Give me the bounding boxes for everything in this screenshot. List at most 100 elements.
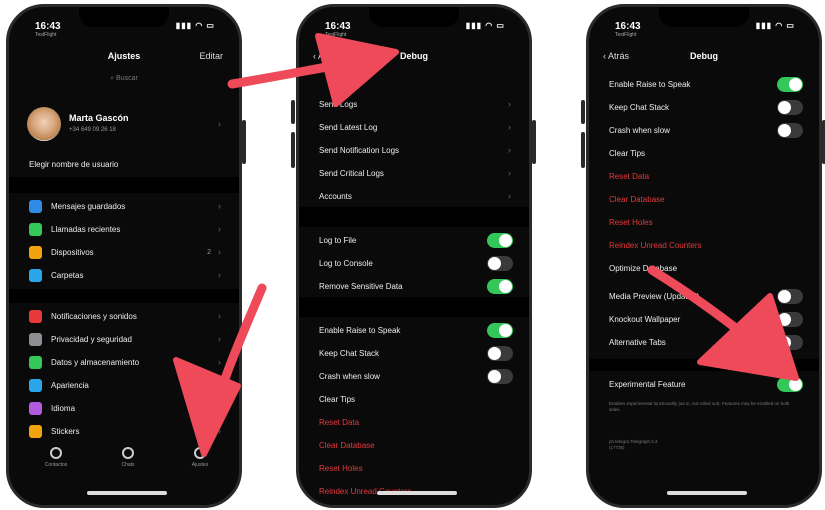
list-row[interactable]: Clear Database [299, 434, 529, 456]
data-icon [29, 355, 42, 369]
list-row[interactable]: Log to Console [299, 252, 529, 274]
list-row[interactable]: Clear Tips [589, 142, 819, 164]
row-label: Datos y almacenamiento [51, 357, 140, 367]
list-row[interactable]: Idioma Es › [9, 397, 239, 419]
list-row[interactable]: Alternative Tabs [589, 331, 819, 353]
side-button [291, 100, 295, 124]
list-row[interactable]: Reset Data [589, 165, 819, 187]
username-row[interactable]: Elegir nombre de usuario [9, 153, 239, 175]
status-carrier: TestFlight [615, 32, 637, 38]
toggle-switch[interactable] [487, 345, 513, 361]
devices-icon [29, 245, 42, 259]
toggle-switch[interactable] [487, 278, 513, 294]
row-label: Send Critical Logs [319, 168, 384, 178]
list-row[interactable]: Reindex Unread Counters [589, 234, 819, 256]
globe-icon [29, 401, 42, 415]
experimental-feature-toggle[interactable] [777, 376, 803, 392]
search-placeholder: Buscar [116, 75, 138, 82]
toggle-switch[interactable] [487, 232, 513, 248]
chevron-right-icon: › [218, 119, 221, 129]
toggle-switch[interactable] [777, 334, 803, 350]
tab-bar: Contactos Chats Ajustes [9, 447, 239, 477]
list-row[interactable]: Stickers › [9, 420, 239, 442]
settings-screen: 16:43 TestFlight ▮▮▮ ◠ ▭ Ajustes Editar … [9, 7, 239, 505]
toggle-switch[interactable] [777, 122, 803, 138]
list-row[interactable]: Llamadas recientes › [9, 218, 239, 240]
row-label: Apariencia [51, 380, 89, 390]
chevron-right-icon: › [508, 168, 511, 178]
edit-button[interactable]: Editar [199, 51, 223, 61]
status-time: 16:43 [35, 21, 61, 32]
list-row[interactable]: Keep Chat Stack [589, 96, 819, 118]
group-gap [299, 207, 529, 227]
row-label: Media Preview (Updated) [609, 291, 700, 301]
row-label: Keep Chat Stack [609, 102, 670, 112]
list-row[interactable]: Remove Sensitive Data [299, 275, 529, 297]
row-label: Reindex Unread Counters [609, 240, 702, 250]
list-row[interactable]: Crash when slow [589, 119, 819, 141]
list-row[interactable]: Reset Holes [299, 457, 529, 479]
list-row[interactable]: Keep Chat Stack [299, 342, 529, 364]
search-field[interactable]: ⌕ Buscar [23, 75, 225, 91]
list-row[interactable]: Send Critical Logs › [299, 162, 529, 184]
row-label: Llamadas recientes [51, 224, 121, 234]
chevron-right-icon: › [508, 191, 511, 201]
list-row[interactable]: Carpetas › [9, 264, 239, 286]
toggle-switch[interactable] [777, 288, 803, 304]
list-row[interactable]: Send Notification Logs › [299, 139, 529, 161]
list-row[interactable]: Apariencia › [9, 374, 239, 396]
toggle-switch[interactable] [777, 311, 803, 327]
tab-2[interactable]: Ajustes [175, 447, 225, 468]
side-button [581, 100, 585, 124]
profile-row[interactable]: Marta Gascón +34 649 09 26 18 › [9, 103, 239, 147]
list-row[interactable]: Log to File [299, 229, 529, 251]
list-row[interactable]: Accounts › [299, 185, 529, 207]
tab-0[interactable]: Contactos [31, 447, 81, 468]
chevron-right-icon: › [218, 380, 221, 390]
list-row[interactable]: Mensajes guardados › [9, 195, 239, 217]
list-row[interactable]: Notificaciones y sonidos › [9, 305, 239, 327]
list-row[interactable]: Privacidad y seguridad › [9, 328, 239, 350]
row-label: Enable Raise to Speak [319, 325, 401, 335]
list-row[interactable]: Media Preview (Updated) [589, 285, 819, 307]
row-label: Dispositivos [51, 247, 94, 257]
signal-battery-icon: ▮▮▮ ◠ ▭ [175, 21, 215, 30]
brush-icon [29, 378, 42, 392]
bell-icon [29, 309, 42, 323]
list-row[interactable]: Clear Database [589, 188, 819, 210]
chevron-right-icon: › [218, 334, 221, 344]
list-row[interactable]: Reset Data [299, 411, 529, 433]
list-row[interactable]: Send Latest Log › [299, 116, 529, 138]
row-label: Send Latest Log [319, 122, 378, 132]
list-row[interactable]: Datos y almacenamiento › [9, 351, 239, 373]
list-row[interactable]: Dispositivos 2 › [9, 241, 239, 263]
row-label: Enable Raise to Speak [609, 79, 691, 89]
toggle-switch[interactable] [487, 368, 513, 384]
list-row[interactable]: Enable Raise to Speak [299, 319, 529, 341]
home-indicator [667, 491, 747, 495]
phone-settings: 16:43 TestFlight ▮▮▮ ◠ ▭ Ajustes Editar … [6, 4, 242, 508]
toggle-switch[interactable] [487, 255, 513, 271]
list-row[interactable]: Crash when slow [299, 365, 529, 387]
row-label: Reset Holes [319, 463, 363, 473]
chevron-right-icon: › [508, 122, 511, 132]
list-row[interactable]: Knockout Wallpaper [589, 308, 819, 330]
list-row[interactable]: Clear Tips [299, 388, 529, 410]
list-row[interactable]: Enable Raise to Speak [589, 73, 819, 95]
version-label: ph.telegra.Telegraph 6.3 (17735) [609, 439, 658, 450]
toggle-switch[interactable] [487, 322, 513, 338]
group-gap [589, 359, 819, 371]
row-label: Carpetas [51, 270, 84, 280]
experimental-feature-label: Experimental Feature [609, 379, 686, 389]
list-row[interactable]: Reset Holes [589, 211, 819, 233]
toggle-switch[interactable] [777, 99, 803, 115]
tab-1[interactable]: Chats [103, 447, 153, 468]
home-indicator [377, 491, 457, 495]
row-label: Idioma [51, 403, 76, 413]
phone-icon [29, 222, 42, 236]
row-value: Es [202, 404, 211, 412]
list-row[interactable]: Optimize Database [589, 257, 819, 279]
toggle-switch[interactable] [777, 76, 803, 92]
row-label: Crash when slow [319, 371, 380, 381]
list-row[interactable]: Send Logs › [299, 93, 529, 115]
